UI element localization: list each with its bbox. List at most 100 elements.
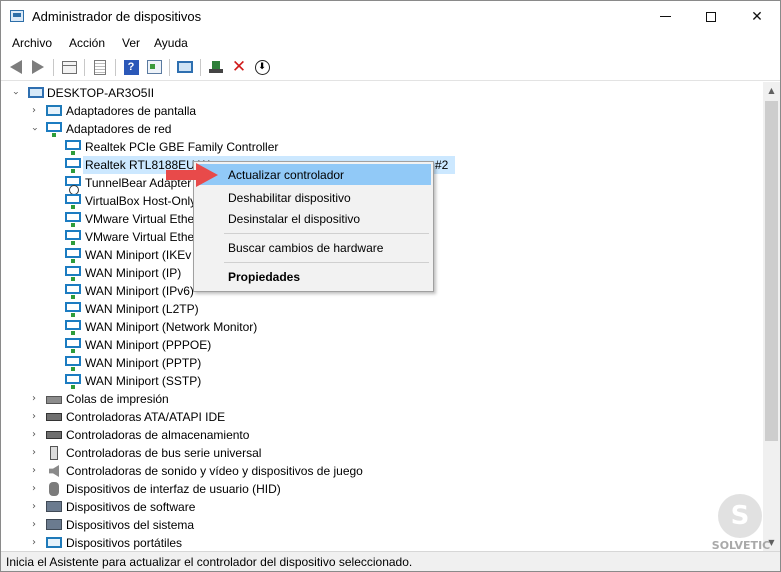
tree-item[interactable]: › Controladoras de almacenamiento <box>1 426 741 444</box>
tree-item[interactable]: WAN Miniport (PPTP) <box>1 354 741 372</box>
network-adapter-icon <box>65 356 81 371</box>
tree-item-label: Realtek PCIe GBE Family Controller <box>85 140 279 154</box>
tree-item[interactable]: › Adaptadores de red <box>1 120 741 138</box>
tree-item-label: Controladoras de sonido y vídeo y dispos… <box>66 464 363 478</box>
scan-hardware-button[interactable] <box>176 58 194 76</box>
tree-item[interactable]: WAN Miniport (L2TP) <box>1 300 741 318</box>
collapsed-chevron-icon[interactable]: › <box>29 466 39 476</box>
network-adapter-icon <box>65 212 81 227</box>
tree-item[interactable]: › Dispositivos portátiles <box>1 534 741 551</box>
context-menu-update-driver[interactable]: Actualizar controlador <box>196 164 431 185</box>
vertical-scrollbar[interactable]: ▲ ▼ <box>763 82 780 551</box>
toolbar-separator <box>115 59 116 76</box>
tree-item-label: Dispositivos de interfaz de usuario (HID… <box>66 482 281 496</box>
device-tree: › DESKTOP-AR3O5II › Adaptadores de panta… <box>1 82 763 551</box>
close-icon: ✕ <box>751 8 763 25</box>
collapsed-chevron-icon[interactable]: › <box>29 394 39 404</box>
disable-device-button[interactable]: ⬇ <box>253 58 271 76</box>
close-button[interactable]: ✕ <box>734 1 780 32</box>
network-adapter-icon <box>65 284 81 299</box>
collapsed-chevron-icon[interactable]: › <box>29 448 39 458</box>
collapsed-chevron-icon[interactable]: › <box>29 520 39 530</box>
expand-chevron-icon[interactable]: › <box>10 88 21 98</box>
storage-controller-icon <box>46 431 62 439</box>
expanded-chevron-icon[interactable]: › <box>29 124 40 134</box>
tree-item[interactable]: WAN Miniport (PPPOE) <box>1 336 741 354</box>
tree-root-label: DESKTOP-AR3O5II <box>47 86 155 100</box>
network-adapter-icon <box>65 302 81 317</box>
maximize-button[interactable] <box>688 1 734 32</box>
collapsed-chevron-icon[interactable]: › <box>29 430 39 440</box>
collapsed-chevron-icon[interactable]: › <box>29 412 39 422</box>
tree-item-label-suffix: #2 <box>435 158 449 172</box>
tree-item[interactable]: › Dispositivos de interfaz de usuario (H… <box>1 480 741 498</box>
portable-device-icon <box>46 537 62 548</box>
tree-item[interactable]: WAN Miniport (SSTP) <box>1 372 741 390</box>
help-button[interactable]: ? <box>122 58 140 76</box>
tree-item[interactable]: › Dispositivos del sistema <box>1 516 741 534</box>
menu-accion[interactable]: Acción <box>69 36 105 50</box>
back-button[interactable] <box>7 58 25 76</box>
context-menu-disable-device[interactable]: Deshabilitar dispositivo <box>196 187 431 208</box>
collapsed-chevron-icon[interactable]: › <box>29 106 39 116</box>
tree-item[interactable]: Realtek PCIe GBE Family Controller <box>1 138 741 156</box>
scroll-up-arrow-icon[interactable]: ▲ <box>763 82 780 99</box>
uninstall-x-icon: ✕ <box>231 56 247 77</box>
maximize-icon <box>706 11 716 22</box>
status-text: Inicia el Asistente para actualizar el c… <box>6 555 413 569</box>
tree-item-label: VMware Virtual Ethe <box>85 230 195 244</box>
tree-item[interactable]: › Adaptadores de pantalla <box>1 102 741 120</box>
title-bar[interactable]: Administrador de dispositivos ✕ <box>1 1 780 32</box>
network-adapter-icon <box>46 122 62 137</box>
network-adapter-icon <box>65 140 81 155</box>
update-driver-button[interactable] <box>207 58 225 76</box>
tree-item-label: Adaptadores de pantalla <box>66 104 197 118</box>
forward-button[interactable] <box>29 58 47 76</box>
show-hide-console-tree-button[interactable] <box>60 58 78 76</box>
window-title: Administrador de dispositivos <box>32 9 202 24</box>
tree-root[interactable]: › DESKTOP-AR3O5II <box>1 84 741 102</box>
uninstall-device-button[interactable]: ✕ <box>230 58 248 76</box>
help-icon: ? <box>123 59 139 75</box>
toolbar-separator <box>84 59 85 76</box>
scan-hardware-monitor-icon <box>177 61 193 73</box>
network-adapter-icon <box>65 374 81 389</box>
tree-item-label: WAN Miniport (PPPOE) <box>85 338 212 352</box>
system-device-icon <box>46 519 62 530</box>
tree-item-label: Dispositivos del sistema <box>66 518 195 532</box>
tree-item[interactable]: › Controladoras de bus serie universal <box>1 444 741 462</box>
collapsed-chevron-icon[interactable]: › <box>29 484 39 494</box>
context-menu-scan-hardware[interactable]: Buscar cambios de hardware <box>196 237 431 258</box>
context-menu-properties[interactable]: Propiedades <box>196 266 431 287</box>
tree-item[interactable]: WAN Miniport (Network Monitor) <box>1 318 741 336</box>
minimize-button[interactable] <box>642 1 688 32</box>
menu-archivo[interactable]: Archivo <box>12 36 52 50</box>
solvetic-watermark: S SOLVETIC <box>704 494 774 556</box>
back-arrow-icon <box>10 60 22 74</box>
tree-item[interactable]: › Colas de impresión <box>1 390 741 408</box>
computer-icon <box>28 87 44 98</box>
network-adapter-icon <box>65 338 81 353</box>
tree-item[interactable]: › Controladoras ATA/ATAPI IDE <box>1 408 741 426</box>
menu-ver[interactable]: Ver <box>122 36 140 50</box>
device-manager-window: Administrador de dispositivos ✕ Archivo … <box>0 0 781 572</box>
tree-item[interactable]: › Dispositivos de software <box>1 498 741 516</box>
toolbar: ? ✕ ⬇ <box>1 54 780 81</box>
scrollbar-thumb[interactable] <box>765 101 778 441</box>
tree-item-label: VMware Virtual Ethe <box>85 212 195 226</box>
properties-page-button[interactable] <box>91 58 109 76</box>
tree-item-label: WAN Miniport (SSTP) <box>85 374 202 388</box>
collapsed-chevron-icon[interactable]: › <box>29 502 39 512</box>
tree-item[interactable]: › Controladoras de sonido y vídeo y disp… <box>1 462 741 480</box>
context-menu-separator <box>224 233 429 234</box>
speaker-icon <box>49 465 59 477</box>
device-properties-icon <box>146 60 162 74</box>
collapsed-chevron-icon[interactable]: › <box>29 538 39 548</box>
toolbar-separator <box>53 59 54 76</box>
tree-item-label: WAN Miniport (Network Monitor) <box>85 320 258 334</box>
tree-item-label: Dispositivos portátiles <box>66 536 183 550</box>
context-menu-uninstall-device[interactable]: Desinstalar el dispositivo <box>196 208 431 229</box>
tree-item-label: WAN Miniport (IKEv <box>85 248 192 262</box>
device-properties-button[interactable] <box>145 58 163 76</box>
menu-ayuda[interactable]: Ayuda <box>154 36 188 50</box>
